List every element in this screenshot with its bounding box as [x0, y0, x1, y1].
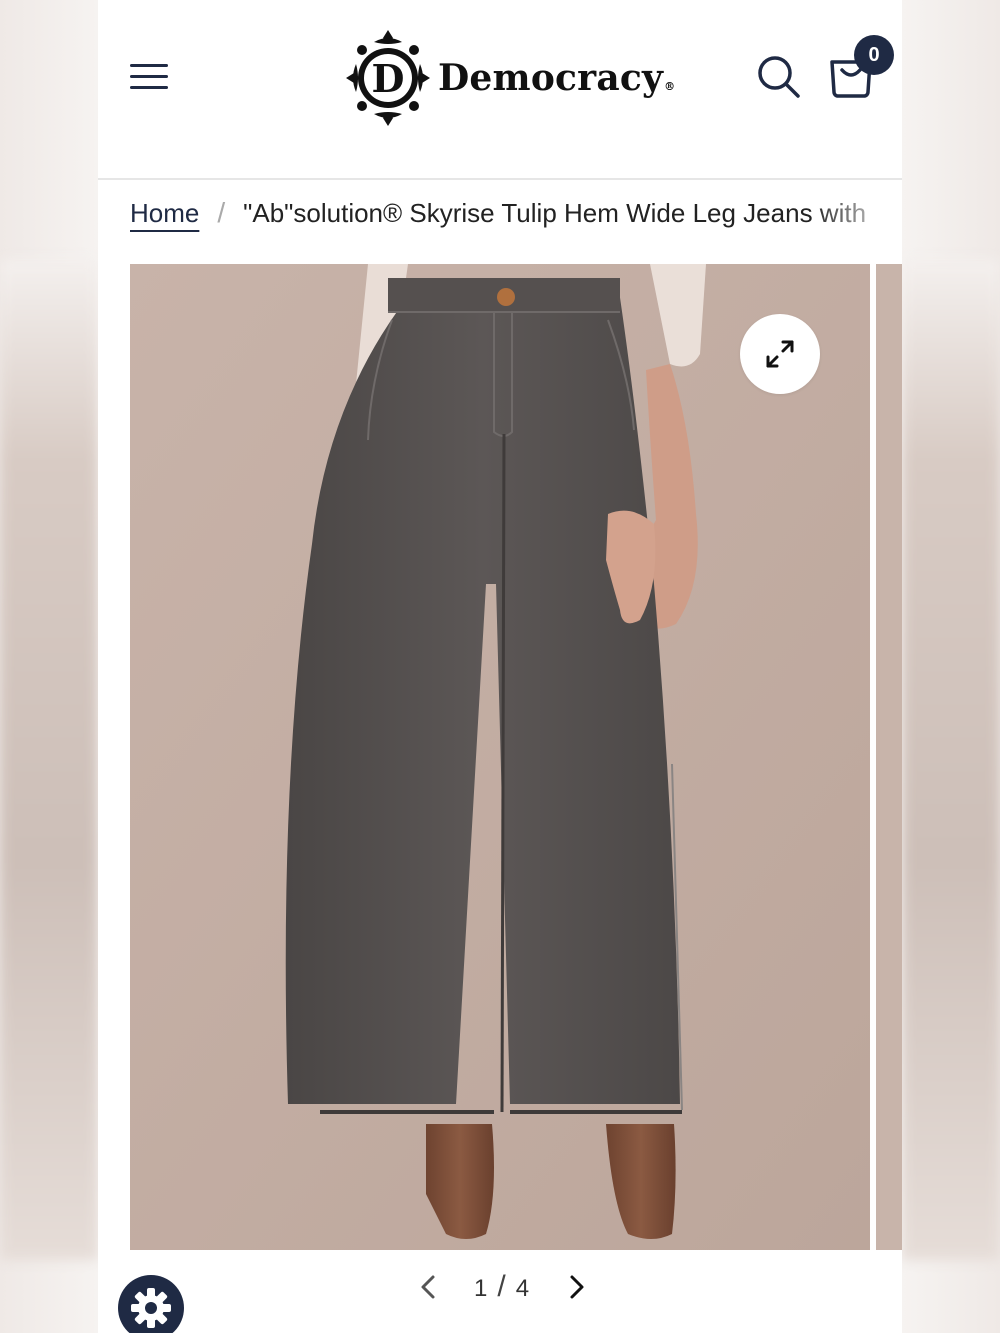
- gear-icon[interactable]: [118, 1275, 184, 1333]
- logo-emblem-icon: D: [346, 30, 430, 126]
- chevron-right-icon[interactable]: [557, 1267, 597, 1307]
- breadcrumb-separator: /: [217, 197, 226, 228]
- expand-icon[interactable]: [740, 314, 820, 394]
- chevron-left-icon[interactable]: [408, 1267, 448, 1307]
- brand-logo[interactable]: D Democracy®: [344, 26, 675, 130]
- right-backdrop: [902, 260, 1000, 1260]
- product-photo-illustration: [130, 264, 870, 1250]
- search-icon[interactable]: [756, 54, 802, 100]
- pagination-counter: 1/4: [474, 1270, 532, 1303]
- breadcrumb: Home / "Ab"solution® Skyrise Tulip Hem W…: [130, 190, 902, 236]
- product-image[interactable]: [130, 264, 870, 1250]
- left-backdrop: [0, 260, 98, 1260]
- image-pagination: 1/4: [408, 1264, 597, 1310]
- hamburger-menu-icon[interactable]: [128, 60, 170, 94]
- site-header: D Democracy® 0: [98, 0, 902, 180]
- breadcrumb-home-link[interactable]: Home: [130, 198, 199, 229]
- next-image-peek[interactable]: [876, 264, 902, 1250]
- cart-count-badge: 0: [854, 35, 894, 75]
- svg-text:D: D: [372, 56, 405, 101]
- mobile-page: D Democracy® 0 Home / "Ab"solution® Skyr…: [98, 0, 902, 1333]
- breadcrumb-current-page: "Ab"solution® Skyrise Tulip Hem Wide Leg…: [243, 197, 867, 228]
- brand-name: Democracy®: [438, 57, 676, 99]
